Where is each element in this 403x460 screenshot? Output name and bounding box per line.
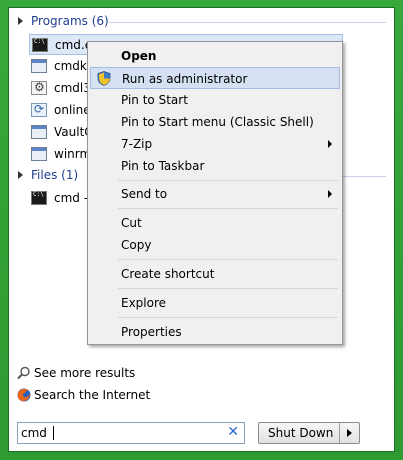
- menu-separator: [118, 288, 338, 289]
- magnifier-icon: [17, 366, 30, 380]
- see-more-results-label: See more results: [34, 366, 136, 380]
- files-group-title: Files (1): [31, 168, 79, 182]
- submenu-arrow-icon: [328, 190, 332, 198]
- menu-item-label: Send to: [121, 187, 168, 201]
- menu-separator: [118, 317, 338, 318]
- menu-item-explore[interactable]: Explore: [90, 292, 340, 314]
- setup-app-icon: [31, 102, 47, 117]
- app-window-icon: [31, 59, 47, 73]
- search-input-value: cmd: [21, 426, 47, 440]
- menu-item-open[interactable]: Open: [90, 45, 340, 67]
- menu-item-label: Pin to Taskbar: [121, 159, 205, 173]
- menu-item-properties[interactable]: Properties: [90, 321, 340, 343]
- menu-item-label: Pin to Start: [121, 93, 188, 107]
- menu-item-label: Properties: [121, 325, 182, 339]
- menu-item-pin-to-start-menu[interactable]: Pin to Start menu (Classic Shell): [90, 111, 340, 133]
- menu-item-run-as-administrator[interactable]: Run as administrator: [90, 67, 340, 89]
- context-menu: Open Run as administrator Pin to Start P…: [87, 41, 343, 345]
- menu-item-label: Explore: [121, 296, 167, 310]
- search-internet-label: Search the Internet: [34, 388, 151, 402]
- shut-down-options-arrow-icon[interactable]: [347, 429, 352, 437]
- menu-item-label: Open: [121, 49, 157, 63]
- menu-item-copy[interactable]: Copy: [90, 234, 340, 256]
- cmd-icon: [31, 191, 47, 205]
- submenu-arrow-icon: [328, 140, 332, 148]
- app-window-icon: [31, 125, 47, 139]
- expand-arrow-icon: [18, 17, 23, 25]
- shut-down-divider: [339, 423, 340, 443]
- settings-app-icon: [31, 80, 47, 95]
- menu-item-7zip[interactable]: 7-Zip: [90, 133, 340, 155]
- menu-item-pin-to-start[interactable]: Pin to Start: [90, 89, 340, 111]
- uac-shield-icon: [97, 71, 111, 86]
- expand-arrow-icon: [18, 171, 23, 179]
- menu-separator: [118, 180, 338, 181]
- menu-item-cut[interactable]: Cut: [90, 212, 340, 234]
- menu-item-label: Cut: [121, 216, 142, 230]
- menu-item-label: Create shortcut: [121, 267, 215, 281]
- clear-search-icon[interactable]: ✕: [227, 424, 239, 440]
- menu-item-pin-to-taskbar[interactable]: Pin to Taskbar: [90, 155, 340, 177]
- group-divider: [109, 22, 386, 23]
- menu-item-label: Copy: [121, 238, 152, 252]
- text-caret: [53, 426, 54, 440]
- programs-group-title: Programs (6): [31, 14, 109, 28]
- menu-separator: [118, 259, 338, 260]
- shut-down-label: Shut Down: [268, 426, 334, 440]
- menu-item-label: Pin to Start menu (Classic Shell): [121, 115, 314, 129]
- firefox-icon: [17, 388, 31, 402]
- menu-item-create-shortcut[interactable]: Create shortcut: [90, 263, 340, 285]
- menu-item-send-to[interactable]: Send to: [90, 183, 340, 205]
- see-more-results-link[interactable]: See more results: [17, 364, 157, 384]
- programs-group-header[interactable]: Programs (6): [9, 13, 394, 31]
- menu-separator: [118, 208, 338, 209]
- app-window-icon: [31, 147, 47, 161]
- shut-down-button[interactable]: Shut Down: [258, 422, 360, 444]
- search-input[interactable]: cmd ✕: [17, 422, 245, 444]
- cmd-icon: [32, 38, 48, 52]
- menu-item-label: Run as administrator: [122, 72, 248, 86]
- search-internet-link[interactable]: Search the Internet: [17, 386, 157, 406]
- menu-item-label: 7-Zip: [121, 137, 153, 151]
